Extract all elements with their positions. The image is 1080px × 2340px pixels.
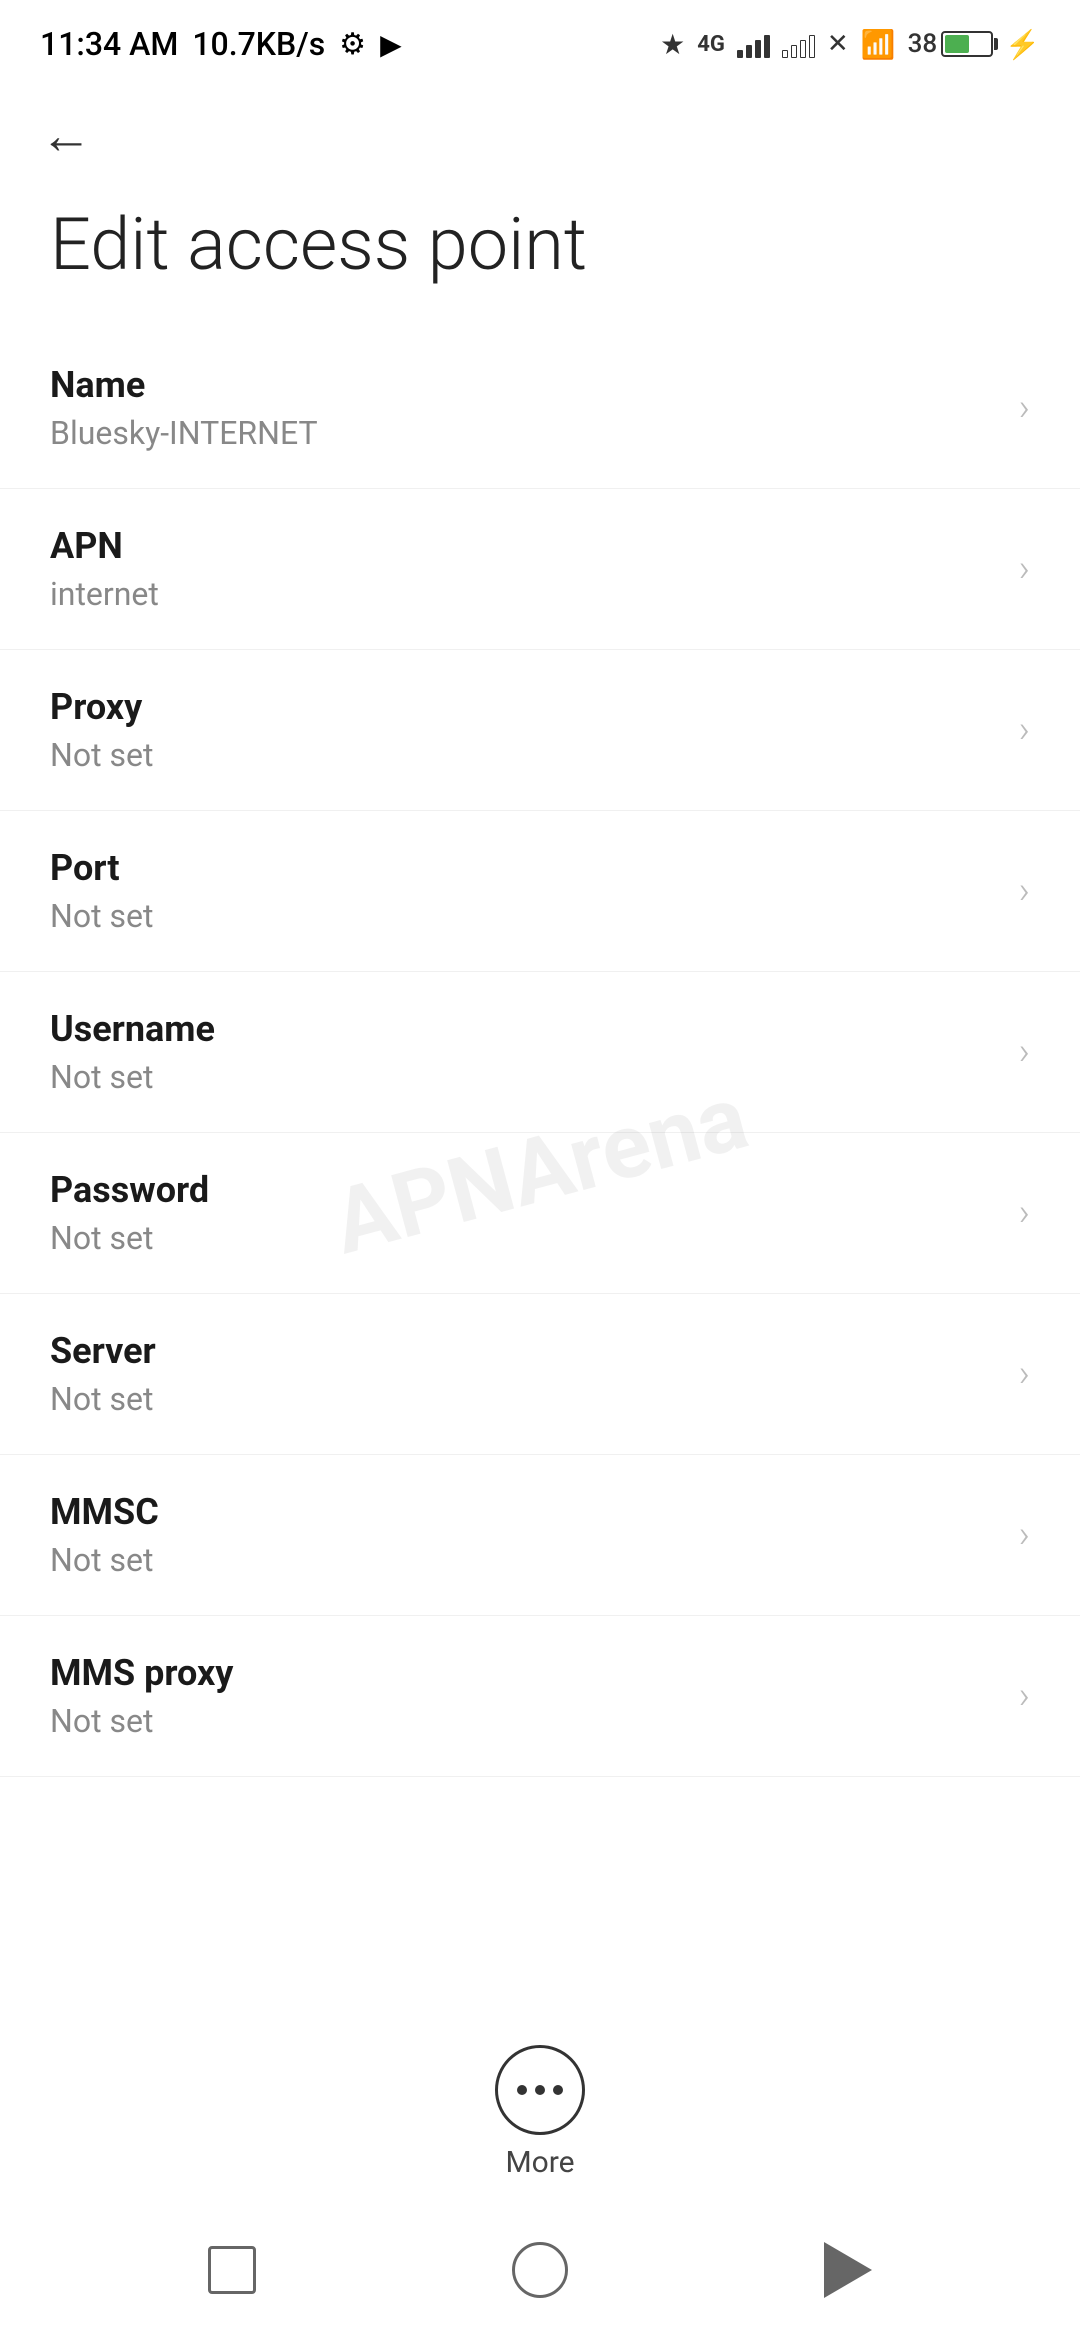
settings-item-password[interactable]: Password Not set › (0, 1133, 1080, 1294)
recents-icon (208, 2246, 256, 2294)
charging-icon: ⚡ (1005, 28, 1040, 61)
settings-item-content: Name Bluesky-INTERNET (50, 364, 318, 452)
more-dot-2 (535, 2085, 545, 2095)
settings-item-value: Bluesky-INTERNET (50, 414, 318, 452)
chevron-right-icon: › (1019, 1030, 1030, 1074)
settings-item-mms-proxy[interactable]: MMS proxy Not set › (0, 1616, 1080, 1777)
settings-item-value: Not set (50, 1702, 233, 1740)
settings-item-title: Server (50, 1330, 156, 1372)
chevron-right-icon: › (1019, 1513, 1030, 1557)
signal-bars-1 (737, 30, 770, 58)
settings-item-content: Port Not set (50, 847, 153, 935)
settings-item-server[interactable]: Server Not set › (0, 1294, 1080, 1455)
settings-item-content: MMSC Not set (50, 1491, 159, 1579)
back-icon (824, 2242, 872, 2298)
settings-item-title: Username (50, 1008, 215, 1050)
settings-item-name[interactable]: Name Bluesky-INTERNET › (0, 328, 1080, 489)
settings-item-title: APN (50, 525, 159, 567)
no-signal-icon: ✕ (827, 29, 849, 59)
nav-home-button[interactable] (512, 2242, 568, 2298)
settings-item-value: Not set (50, 897, 153, 935)
chevron-right-icon: › (1019, 1674, 1030, 1718)
page-title: Edit access point (0, 182, 1080, 328)
settings-icon: ⚙ (339, 27, 366, 62)
chevron-right-icon: › (1019, 869, 1030, 913)
more-circle-icon (495, 2045, 585, 2135)
nav-back-button[interactable] (824, 2242, 872, 2298)
more-dot-3 (553, 2085, 563, 2095)
settings-item-title: MMSC (50, 1491, 159, 1533)
speed: 10.7KB/s (192, 25, 325, 63)
wifi-icon: 📶 (861, 28, 896, 61)
time: 11:34 AM (40, 25, 178, 63)
settings-item-value: Not set (50, 1380, 156, 1418)
battery-container: 38 (908, 29, 994, 59)
settings-item-value: Not set (50, 1541, 159, 1579)
more-dot-1 (517, 2085, 527, 2095)
settings-item-content: APN internet (50, 525, 159, 613)
settings-item-value: Not set (50, 1219, 209, 1257)
settings-item-content: Username Not set (50, 1008, 215, 1096)
settings-item-content: Password Not set (50, 1169, 209, 1257)
settings-item-content: Proxy Not set (50, 686, 153, 774)
home-icon (512, 2242, 568, 2298)
status-left: 11:34 AM 10.7KB/s ⚙ ▶ (40, 25, 402, 63)
chevron-right-icon: › (1019, 1191, 1030, 1235)
bottom-nav (0, 2200, 1080, 2340)
more-label: More (505, 2145, 574, 2180)
video-icon: ▶ (380, 28, 402, 61)
chevron-right-icon: › (1019, 708, 1030, 752)
chevron-right-icon: › (1019, 547, 1030, 591)
settings-item-proxy[interactable]: Proxy Not set › (0, 650, 1080, 811)
bluetooth-icon: ★ (660, 28, 685, 61)
settings-item-value: internet (50, 575, 159, 613)
settings-item-username[interactable]: Username Not set › (0, 972, 1080, 1133)
settings-item-title: Port (50, 847, 153, 889)
settings-item-title: Name (50, 364, 318, 406)
network-type: 4G (697, 32, 725, 57)
status-right: ★ 4G ✕ 📶 38 ⚡ (660, 28, 1040, 61)
settings-item-apn[interactable]: APN internet › (0, 489, 1080, 650)
back-button[interactable]: ← (40, 110, 92, 162)
back-area[interactable]: ← (0, 80, 1080, 182)
battery-percent: 38 (908, 29, 938, 59)
settings-item-mmsc[interactable]: MMSC Not set › (0, 1455, 1080, 1616)
settings-item-title: MMS proxy (50, 1652, 233, 1694)
settings-item-value: Not set (50, 736, 153, 774)
settings-item-title: Password (50, 1169, 209, 1211)
signal-bars-2 (782, 30, 815, 58)
nav-recents-button[interactable] (208, 2246, 256, 2294)
settings-item-title: Proxy (50, 686, 153, 728)
settings-list: Name Bluesky-INTERNET › APN internet › P… (0, 328, 1080, 1777)
settings-item-content: Server Not set (50, 1330, 156, 1418)
settings-item-value: Not set (50, 1058, 215, 1096)
settings-item-content: MMS proxy Not set (50, 1652, 233, 1740)
more-button-area[interactable]: More (0, 2045, 1080, 2180)
chevron-right-icon: › (1019, 1352, 1030, 1396)
more-button[interactable]: More (495, 2045, 585, 2180)
status-bar: 11:34 AM 10.7KB/s ⚙ ▶ ★ 4G ✕ 📶 38 (0, 0, 1080, 80)
battery-icon (941, 31, 993, 57)
chevron-right-icon: › (1019, 386, 1030, 430)
settings-item-port[interactable]: Port Not set › (0, 811, 1080, 972)
